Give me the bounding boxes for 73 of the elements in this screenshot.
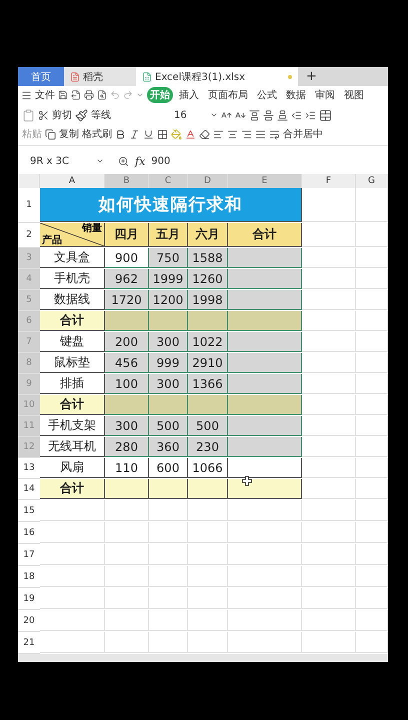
- number-cell: 1720: [105, 290, 149, 310]
- column-heading: 合计: [228, 223, 302, 247]
- number-cell: 900: [105, 248, 149, 268]
- column-header[interactable]: A: [40, 174, 105, 188]
- number-cell: 360: [149, 437, 188, 457]
- product-cell: 手机支架: [40, 416, 105, 436]
- product-cell: 风扇: [40, 458, 105, 478]
- ribbon-tab[interactable]: 视图: [341, 87, 367, 103]
- product-cell: 文具盒: [40, 248, 105, 268]
- number-cell: 456: [105, 353, 149, 373]
- document-tab[interactable]: 稻壳: [64, 67, 136, 86]
- number-cell: 1998: [188, 290, 228, 310]
- column-header[interactable]: B: [105, 174, 149, 188]
- ribbon-tab[interactable]: 公式: [254, 87, 280, 103]
- number-cell: 300: [105, 416, 149, 436]
- number-cell: 280: [105, 437, 149, 457]
- column-heading: 六月: [188, 223, 228, 247]
- function-label[interactable]: fx: [135, 154, 146, 168]
- column-header[interactable]: E: [228, 174, 302, 188]
- number-cell: 962: [105, 269, 149, 289]
- number-cell: 500: [149, 416, 188, 436]
- product-cell: 排插: [40, 374, 105, 394]
- number-cell: 200: [105, 332, 149, 352]
- product-cell: 键盘: [40, 332, 105, 352]
- merge-button[interactable]: 合并居中: [283, 127, 323, 141]
- number-cell: 230: [188, 437, 228, 457]
- name-box[interactable]: 9R x 3C: [22, 156, 112, 166]
- ribbon-tab[interactable]: 审阅: [312, 87, 338, 103]
- document-tab[interactable]: Excel课程3(1).xlsx: [136, 67, 298, 86]
- copy-button[interactable]: 复制: [59, 127, 79, 141]
- header-text: 销量: [82, 223, 102, 234]
- column-header[interactable]: D: [188, 174, 228, 188]
- column-header[interactable]: G: [356, 174, 388, 188]
- number-cell: 1588: [188, 248, 228, 268]
- number-cell: 999: [149, 353, 188, 373]
- ribbon-tab[interactable]: 数据: [283, 87, 309, 103]
- cut-button[interactable]: 剪切: [52, 108, 72, 122]
- number-cell: 750: [149, 248, 188, 268]
- subtotal-label: 合计: [40, 479, 105, 499]
- file-menu[interactable]: 文件: [35, 88, 55, 102]
- column-heading: 四月: [105, 223, 149, 247]
- number-cell: 600: [149, 458, 188, 478]
- subtotal-label: 合计: [40, 395, 105, 415]
- number-cell: 1066: [188, 458, 228, 478]
- column-heading: 五月: [149, 223, 188, 247]
- number-cell: 1022: [188, 332, 228, 352]
- header-text: 产品: [42, 235, 63, 246]
- subtotal-label: 合计: [40, 311, 105, 331]
- document-tab[interactable]: 首页: [18, 67, 64, 86]
- column-header[interactable]: F: [302, 174, 356, 188]
- product-cell: 鼠标垫: [40, 353, 105, 373]
- number-cell: 1999: [149, 269, 188, 289]
- number-cell: 1260: [188, 269, 228, 289]
- formula-field[interactable]: 900: [151, 156, 384, 166]
- number-cell: 500: [188, 416, 228, 436]
- format-painter-button[interactable]: 格式刷: [82, 127, 112, 141]
- ribbon-tab[interactable]: 插入: [176, 87, 202, 103]
- product-cell: 数据线: [40, 290, 105, 310]
- sheet-title: 如何快速隔行求和: [40, 188, 302, 222]
- font-size-field[interactable]: 16: [174, 110, 218, 120]
- new-tab-button[interactable]: +: [298, 69, 325, 84]
- number-cell: 1200: [149, 290, 188, 310]
- column-header[interactable]: C: [149, 174, 188, 188]
- number-cell: 300: [149, 374, 188, 394]
- product-cell: 无线耳机: [40, 437, 105, 457]
- font-field[interactable]: 等线: [91, 108, 171, 122]
- number-cell: 110: [105, 458, 149, 478]
- number-cell: 300: [149, 332, 188, 352]
- number-cell: 1366: [188, 374, 228, 394]
- product-cell: 手机壳: [40, 269, 105, 289]
- number-cell: 100: [105, 374, 149, 394]
- number-cell: 2910: [188, 353, 228, 373]
- ribbon-tab[interactable]: 页面布局: [205, 87, 251, 103]
